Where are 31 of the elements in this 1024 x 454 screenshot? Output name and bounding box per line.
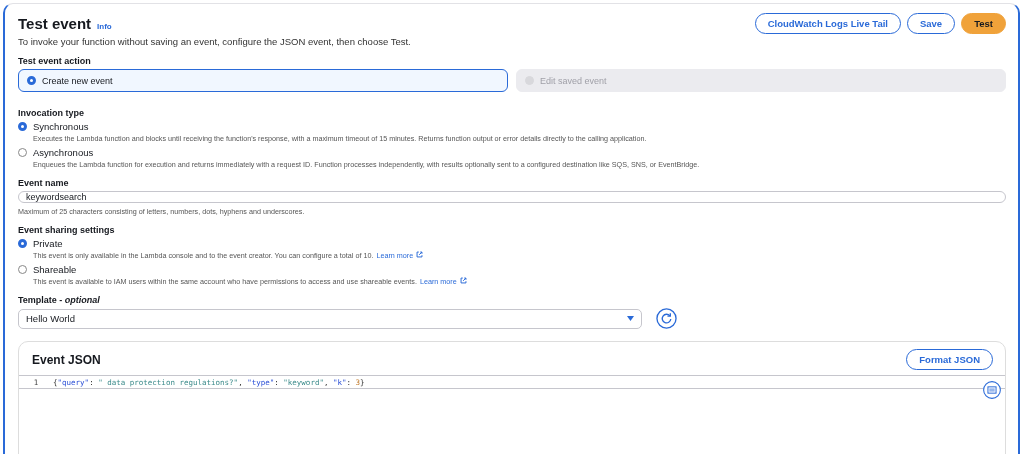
field-label: Template -	[18, 295, 64, 305]
field-label: Event sharing settings	[18, 225, 116, 235]
radio-button[interactable]	[18, 122, 27, 131]
action-button[interactable]: Save	[906, 13, 956, 34]
field-label: Invocation type	[18, 108, 85, 118]
radio-label: Shareable	[33, 264, 78, 275]
test-button[interactable]: Test	[961, 13, 1006, 34]
panel-description: To invoke your function without saving an event, configure the JSON event, then choose Test.	[18, 36, 412, 47]
refresh-icon[interactable]	[656, 308, 677, 329]
radio-button[interactable]	[27, 76, 36, 85]
template-select[interactable]: Hello World	[18, 308, 642, 329]
radio-button[interactable]	[18, 148, 27, 157]
event-name-field[interactable]: keywordsearch	[18, 191, 1006, 203]
field-label: Event name	[18, 178, 70, 188]
external-link-icon	[416, 251, 424, 258]
action-button[interactable]: CloudWatch Logs Live Tail	[754, 13, 901, 34]
radio-button[interactable]	[18, 265, 27, 274]
external-link-icon	[459, 277, 467, 284]
section-title: Event JSON	[32, 352, 101, 367]
radio-label: Asynchronous	[33, 147, 95, 158]
radio-label: Private	[33, 238, 64, 249]
optional-label: optional	[64, 295, 100, 305]
keyboard-icon[interactable]	[983, 381, 1001, 399]
field-label: Test event action	[18, 56, 92, 66]
panel-title: Test event	[18, 15, 92, 32]
radio-button[interactable]	[18, 239, 27, 248]
info-link[interactable]: Info	[97, 22, 112, 31]
caret-icon	[627, 316, 634, 321]
radio-label: Synchronous	[33, 121, 90, 132]
event-action-tile[interactable]: Create new event	[18, 69, 508, 92]
format-json-button[interactable]: Format JSON	[906, 349, 993, 370]
